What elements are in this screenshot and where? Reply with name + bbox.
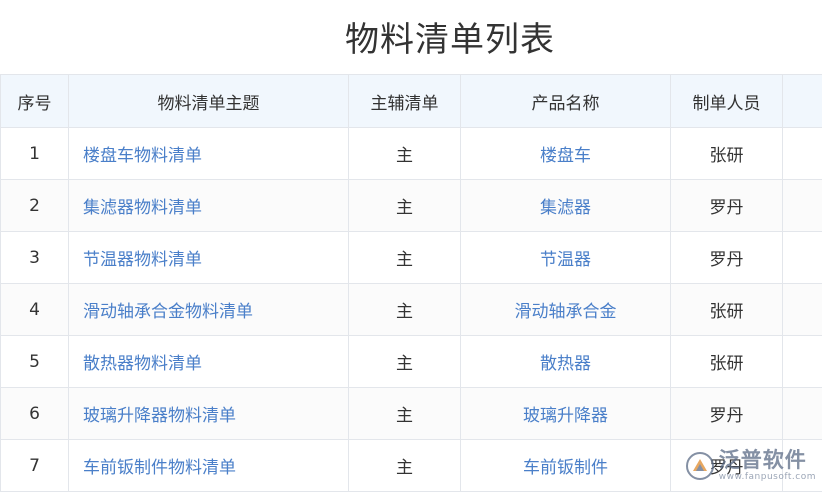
- row-extra: [782, 335, 822, 388]
- cell-product-link[interactable]: 滑动轴承合金: [460, 283, 671, 336]
- brand-logo-icon: [685, 452, 714, 480]
- column-header-maker[interactable]: 制单人员: [670, 74, 783, 128]
- bom-table: 序号 物料清单主题 主辅清单 产品名称 制单人员 1 楼盘车物料清单主楼盘车 张研 2…: [0, 74, 822, 492]
- cell-product-link[interactable]: 节温器: [460, 231, 671, 284]
- header-extra: [782, 74, 822, 128]
- table-row[interactable]: 6 玻璃升降器物料清单主玻璃升降器 罗丹: [0, 387, 822, 440]
- cell-product-link[interactable]: 集滤器: [460, 179, 671, 232]
- cell-no: 2: [0, 179, 69, 232]
- row-extra: [782, 387, 822, 440]
- cell-maker: 张研: [670, 283, 783, 336]
- table-row[interactable]: 5 散热器物料清单主散热器 张研: [0, 335, 822, 388]
- watermark: 泛普软件 www.fanpusoft.com: [685, 450, 816, 482]
- cell-type: 主: [348, 179, 461, 232]
- cell-topic-link[interactable]: 集滤器物料清单: [68, 179, 349, 232]
- page-title: 物料清单列表: [345, 20, 555, 60]
- table-header-row: 序号 物料清单主题 主辅清单 产品名称 制单人员: [0, 74, 822, 128]
- cell-no: 4: [0, 283, 69, 336]
- cell-maker: 罗丹: [670, 231, 783, 284]
- cell-type: 主: [348, 283, 461, 336]
- cell-no: 1: [0, 127, 69, 180]
- table-row[interactable]: 3 节温器物料清单主节温器 罗丹: [0, 231, 822, 284]
- cell-type: 主: [348, 127, 461, 180]
- table-row[interactable]: 4 滑动轴承合金物料清单主滑动轴承合金 张研: [0, 283, 822, 336]
- cell-topic-link[interactable]: 散热器物料清单: [68, 335, 349, 388]
- watermark-name: 泛普软件: [718, 448, 807, 472]
- column-header-topic[interactable]: 物料清单主题: [68, 74, 349, 128]
- cell-topic-link[interactable]: 节温器物料清单: [68, 231, 349, 284]
- cell-product-link[interactable]: 楼盘车: [460, 127, 671, 180]
- column-header-type[interactable]: 主辅清单: [348, 74, 461, 128]
- row-extra: [782, 179, 822, 232]
- cell-type: 主: [348, 231, 461, 284]
- cell-no: 3: [0, 231, 69, 284]
- cell-topic-link[interactable]: 车前钣制件物料清单: [68, 439, 349, 492]
- table-row[interactable]: 1 楼盘车物料清单主楼盘车 张研: [0, 127, 822, 180]
- row-extra: [782, 283, 822, 336]
- cell-maker: 张研: [670, 127, 783, 180]
- cell-product-link[interactable]: 车前钣制件: [460, 439, 671, 492]
- cell-maker: 罗丹: [670, 387, 783, 440]
- cell-type: 主: [348, 439, 461, 492]
- watermark-url: www.fanpusoft.com: [718, 472, 816, 482]
- column-header-no[interactable]: 序号: [0, 74, 69, 128]
- table-row[interactable]: 2 集滤器物料清单主集滤器 罗丹: [0, 179, 822, 232]
- cell-topic-link[interactable]: 玻璃升降器物料清单: [68, 387, 349, 440]
- column-header-product[interactable]: 产品名称: [460, 74, 671, 128]
- cell-no: 7: [0, 439, 69, 492]
- row-extra: [782, 231, 822, 284]
- row-extra: [782, 127, 822, 180]
- cell-no: 5: [0, 335, 69, 388]
- cell-type: 主: [348, 335, 461, 388]
- cell-topic-link[interactable]: 滑动轴承合金物料清单: [68, 283, 349, 336]
- cell-type: 主: [348, 387, 461, 440]
- cell-maker: 罗丹: [670, 179, 783, 232]
- cell-no: 6: [0, 387, 69, 440]
- cell-maker: 张研: [670, 335, 783, 388]
- cell-product-link[interactable]: 玻璃升降器: [460, 387, 671, 440]
- cell-product-link[interactable]: 散热器: [460, 335, 671, 388]
- cell-topic-link[interactable]: 楼盘车物料清单: [68, 127, 349, 180]
